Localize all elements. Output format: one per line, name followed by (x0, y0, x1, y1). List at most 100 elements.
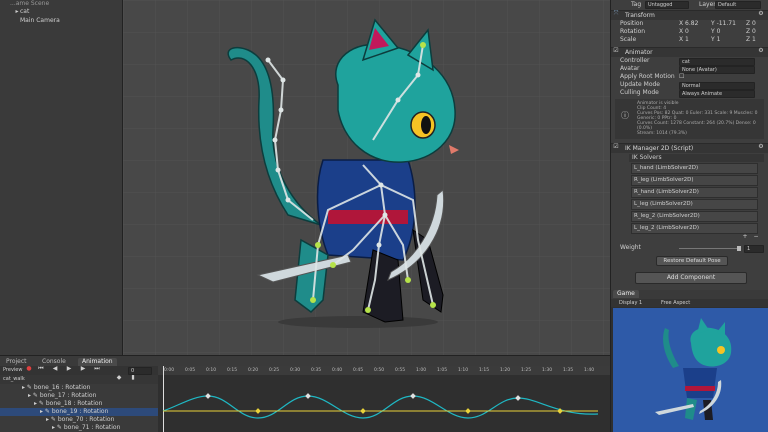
ik-manager-header[interactable]: ☑ IK Manager 2D (Script) ⚙ (611, 143, 768, 153)
add-solver-icon[interactable]: + (742, 234, 748, 240)
property-list: ▸ ✎ bone_16 : Rotation ▸ ✎ bone_17 : Rot… (0, 384, 188, 432)
checkbox-icon[interactable]: ☑ (613, 144, 619, 150)
remove-solver-icon[interactable]: − (753, 234, 759, 240)
transform-rotation-row: Rotation X 0 Y 0 Z 0 (620, 28, 756, 35)
rotation-curve-teal[interactable] (162, 395, 599, 419)
weight-slider[interactable] (679, 246, 741, 251)
first-frame-icon[interactable]: ⏮ (38, 366, 44, 372)
property-label: bone_18 : Rotation (45, 400, 103, 407)
aspect-dropdown[interactable]: Free Aspect (661, 299, 690, 307)
preview-button[interactable]: Preview (3, 366, 22, 375)
rotation-y-field[interactable]: 0 (717, 28, 721, 35)
transform-position-row: Position X 6.82 Y -11.71 Z 0 (620, 20, 756, 27)
last-frame-icon[interactable]: ⏭ (94, 366, 100, 372)
keyframe[interactable] (305, 393, 311, 399)
tab-game[interactable]: Game (613, 290, 639, 298)
culling-mode-label: Culling Mode (620, 89, 659, 96)
layer-dropdown[interactable]: Default (715, 1, 761, 9)
curve-canvas[interactable] (158, 366, 610, 432)
position-y-field[interactable]: -11.71 (717, 20, 736, 27)
keyframe[interactable] (205, 393, 211, 399)
property-label: bone_70 : Rotation (57, 416, 115, 423)
keyframe[interactable] (515, 395, 521, 401)
property-label: bone_17 : Rotation (39, 392, 97, 399)
property-row[interactable]: ▸ ✎ bone_17 : Rotation (0, 392, 176, 400)
checkbox-icon[interactable]: ☑ (613, 48, 619, 54)
info-icon: ⓘ (621, 111, 629, 120)
property-label: bone_71 : Rotation (63, 424, 121, 431)
hierarchy-item-cat[interactable]: ▸ cat (0, 8, 122, 16)
keyframe[interactable] (465, 408, 471, 414)
scene-canvas[interactable] (123, 0, 610, 355)
layer-label: Layer (699, 1, 716, 8)
rotation-x-field[interactable]: 0 (685, 28, 689, 35)
culling-mode-dropdown[interactable]: Always Animate (679, 90, 755, 98)
property-label: bone_16 : Rotation (33, 384, 91, 391)
ik-solver-item[interactable]: L_leg (LimbSolver2D) (631, 199, 758, 210)
weight-label: Weight (620, 244, 641, 251)
restore-default-pose-button[interactable]: Restore Default Pose (656, 256, 728, 266)
settings-gear-icon[interactable]: ⚙ (758, 11, 764, 17)
controller-label: Controller (620, 57, 650, 64)
transform-icon: ⤧ (613, 10, 619, 17)
record-icon[interactable]: ● (26, 366, 32, 372)
weight-slider-handle[interactable] (737, 246, 741, 251)
property-row[interactable]: ▸ ✎ bone_18 : Rotation (0, 400, 182, 408)
hierarchy-panel: ...ame Scene ▸ cat Main Camera (0, 0, 123, 355)
update-mode-label: Update Mode (620, 81, 660, 88)
clip-dropdown[interactable]: cat_walk (3, 375, 25, 384)
keyframe[interactable] (255, 408, 261, 414)
add-component-button[interactable]: Add Component (635, 272, 747, 284)
hierarchy-item-main-camera[interactable]: Main Camera (0, 16, 122, 24)
scene-view[interactable] (123, 0, 610, 355)
rotation-z-field[interactable]: 0 (752, 28, 756, 35)
display-dropdown[interactable]: Display 1 (619, 299, 642, 307)
property-label: bone_19 : Rotation (51, 408, 109, 415)
rotation-label: Rotation (620, 28, 646, 35)
next-frame-icon[interactable]: ▶ (80, 366, 86, 372)
solver-label: R_hand (LimbSolver2D) (634, 189, 699, 195)
animator-info-box: ⓘ Animator is visible Clip Count: 4 Curv… (615, 99, 764, 139)
ik-solver-item[interactable]: L_leg_2 (LimbSolver2D) (631, 223, 758, 234)
tag-dropdown[interactable]: Untagged (645, 1, 689, 9)
keyframe[interactable] (360, 408, 366, 414)
info-line: Curves Count: 1278 Constant: 264 (20.7%)… (637, 121, 756, 131)
solver-label: R_leg_2 (LimbSolver2D) (634, 213, 700, 219)
solver-label: R_leg (LimbSolver2D) (634, 177, 694, 183)
game-cat-preview (655, 318, 732, 420)
tag-label: Tag (631, 1, 642, 8)
scale-x-field[interactable]: 1 (685, 36, 689, 43)
add-event-icon[interactable]: ▮ (130, 375, 136, 381)
transform-header[interactable]: ⤧ Transform ⚙ (611, 10, 768, 20)
play-icon[interactable]: ▶ (66, 366, 72, 372)
game-view-panel: Game Display 1 Free Aspect (610, 290, 768, 432)
solver-label: L_leg_2 (LimbSolver2D) (634, 225, 699, 231)
scale-y-field[interactable]: 1 (717, 36, 721, 43)
settings-gear-icon[interactable]: ⚙ (758, 48, 764, 54)
inspector-panel: Tag Untagged Layer Default ⤧ Transform ⚙… (610, 0, 768, 290)
scale-z-field[interactable]: 1 (752, 36, 756, 43)
position-label: Position (620, 20, 644, 27)
add-keyframe-icon[interactable]: ◆ (116, 375, 122, 381)
keyframe[interactable] (410, 393, 416, 399)
property-row[interactable]: ▸ ✎ bone_16 : Rotation (0, 384, 170, 392)
settings-gear-icon[interactable]: ⚙ (758, 144, 764, 150)
ik-solver-item[interactable]: R_hand (LimbSolver2D) (631, 187, 758, 198)
transform-title: Transform (625, 12, 655, 19)
position-x-field[interactable]: 6.82 (685, 20, 698, 27)
animator-header[interactable]: ☑ Animator ⚙ (611, 47, 768, 57)
ik-solver-item[interactable]: L_hand (LimbSolver2D) (631, 163, 758, 174)
prev-frame-icon[interactable]: ◀ (52, 366, 58, 372)
scene-header[interactable]: ...ame Scene (0, 0, 122, 8)
ik-solver-item[interactable]: R_leg_2 (LimbSolver2D) (631, 211, 758, 222)
apply-root-motion-label: Apply Root Motion (620, 73, 675, 80)
scene-name: ...ame Scene (10, 0, 50, 7)
curve-editor[interactable]: 0:00 0:05 0:10 0:15 0:20 0:25 0:30 0:35 0:40 0:45… (158, 366, 610, 432)
scale-label: Scale (620, 36, 637, 43)
ik-solver-item[interactable]: R_leg (LimbSolver2D) (631, 175, 758, 186)
game-render-view[interactable] (613, 308, 768, 432)
apply-root-motion-checkbox[interactable]: ☐ (679, 73, 684, 81)
position-z-field[interactable]: 0 (752, 20, 756, 27)
hierarchy-item-label: cat (20, 8, 30, 15)
weight-field[interactable]: 1 (744, 245, 764, 253)
